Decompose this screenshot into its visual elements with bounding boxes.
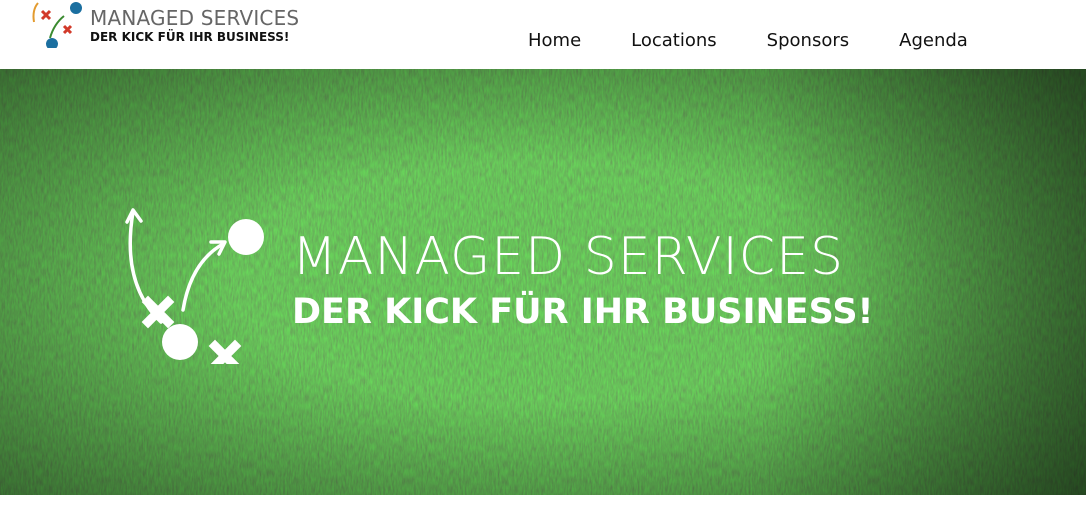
page-bottom [0, 495, 1086, 509]
logo-title: MANAGED SERVICES [90, 5, 300, 30]
hero-title: MANAGED SERVICES [292, 227, 844, 287]
logo-subtitle: DER KICK FÜR IHR BUSINESS! [90, 29, 290, 44]
site-logo[interactable]: MANAGED SERVICES DER KICK FÜR IHR BUSINE… [30, 0, 299, 48]
site-header: MANAGED SERVICES DER KICK FÜR IHR BUSINE… [0, 0, 1086, 69]
nav-agenda[interactable]: Agenda [899, 30, 968, 51]
hero-banner: MANAGED SERVICES DER KICK FÜR IHR BUSINE… [0, 69, 1086, 495]
main-nav: Home Locations Sponsors Agenda [528, 30, 968, 51]
hero-subtitle: DER KICK FÜR IHR BUSINESS! [292, 292, 874, 332]
nav-sponsors[interactable]: Sponsors [767, 30, 849, 51]
tactics-board-icon [125, 208, 264, 364]
tactics-board-icon [32, 2, 82, 48]
hero-heading: MANAGED SERVICES DER KICK FÜR IHR BUSINE… [292, 231, 873, 330]
nav-home[interactable]: Home [528, 30, 581, 51]
nav-locations[interactable]: Locations [631, 30, 717, 51]
